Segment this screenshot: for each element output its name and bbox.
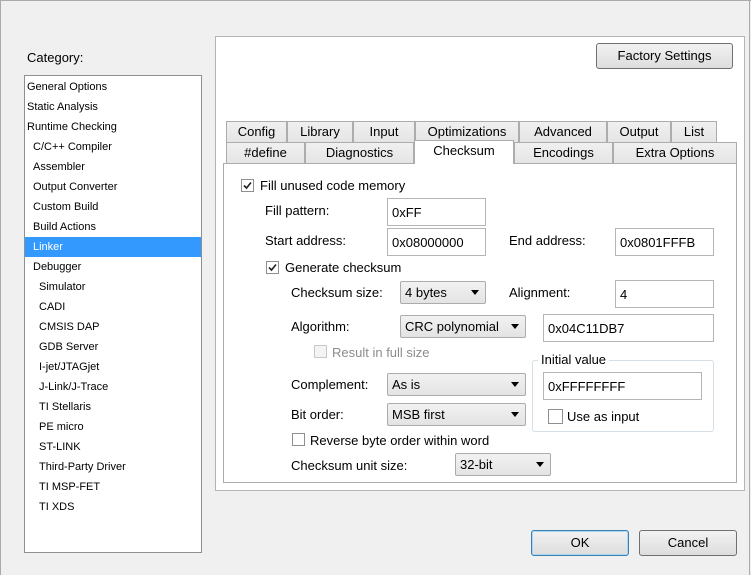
- window-frame-top: [0, 0, 751, 1]
- category-item-linker[interactable]: Linker: [25, 237, 201, 257]
- generate-checksum-label: Generate checksum: [285, 260, 402, 275]
- tab-config[interactable]: Config: [226, 121, 287, 142]
- category-item-ti-stellaris[interactable]: TI Stellaris: [25, 397, 201, 417]
- tab-checksum[interactable]: Checksum: [414, 140, 514, 164]
- category-item-ti-msp-fet[interactable]: TI MSP-FET: [25, 477, 201, 497]
- polynomial-input[interactable]: [543, 314, 714, 342]
- checksum-unit-size-value: 32-bit: [460, 457, 493, 472]
- tab-extra-options[interactable]: Extra Options: [613, 142, 737, 163]
- result-full-size-checkbox[interactable]: [314, 345, 327, 358]
- bit-order-label: Bit order:: [291, 407, 344, 422]
- category-item-cmsis-dap[interactable]: CMSIS DAP: [25, 317, 201, 337]
- checksum-size-value: 4 bytes: [405, 285, 447, 300]
- fill-pattern-input[interactable]: [387, 198, 486, 226]
- tab-input[interactable]: Input: [353, 121, 415, 142]
- algorithm-value: CRC polynomial: [405, 319, 499, 334]
- end-address-label: End address:: [509, 233, 586, 248]
- complement-dropdown[interactable]: As is: [387, 373, 526, 396]
- ok-button[interactable]: OK: [531, 530, 629, 556]
- use-as-input-checkbox[interactable]: [548, 409, 563, 424]
- alignment-label: Alignment:: [509, 285, 571, 300]
- chevron-down-icon: [511, 324, 519, 329]
- category-item-build-actions[interactable]: Build Actions: [25, 217, 201, 237]
- cancel-button[interactable]: Cancel: [639, 530, 737, 556]
- category-label: Category:: [27, 50, 84, 65]
- algorithm-dropdown[interactable]: CRC polynomial: [400, 315, 526, 338]
- initial-value-input[interactable]: [543, 372, 702, 400]
- category-item-ti-xds[interactable]: TI XDS: [25, 497, 201, 517]
- chevron-down-icon: [511, 382, 519, 387]
- tab-diagnostics[interactable]: Diagnostics: [305, 142, 414, 163]
- category-item-c-compiler[interactable]: C/C++ Compiler: [25, 137, 201, 157]
- chevron-down-icon: [511, 412, 519, 417]
- category-item-third-party-driver[interactable]: Third-Party Driver: [25, 457, 201, 477]
- category-item-st-link[interactable]: ST-LINK: [25, 437, 201, 457]
- checkmark-icon: [243, 181, 252, 190]
- category-item-output-converter[interactable]: Output Converter: [25, 177, 201, 197]
- category-item-jlink-jtrace[interactable]: J-Link/J-Trace: [25, 377, 201, 397]
- category-item-simulator[interactable]: Simulator: [25, 277, 201, 297]
- category-item-debugger[interactable]: Debugger: [25, 257, 201, 277]
- checksum-size-label: Checksum size:: [291, 285, 383, 300]
- category-item-custom-build[interactable]: Custom Build: [25, 197, 201, 217]
- generate-checksum-checkbox[interactable]: [266, 261, 279, 274]
- alignment-input[interactable]: [615, 280, 714, 308]
- tab-list[interactable]: List: [671, 121, 717, 142]
- checksum-unit-size-label: Checksum unit size:: [291, 458, 408, 473]
- checksum-size-dropdown[interactable]: 4 bytes: [400, 281, 486, 304]
- window-frame-left: [0, 0, 1, 575]
- category-item-runtime-checking[interactable]: Runtime Checking: [25, 117, 201, 137]
- algorithm-label: Algorithm:: [291, 319, 350, 334]
- fill-unused-checkbox[interactable]: [241, 179, 254, 192]
- window-frame-right: [749, 0, 750, 575]
- start-address-input[interactable]: [387, 228, 486, 256]
- use-as-input-label: Use as input: [567, 409, 640, 424]
- tab-define[interactable]: #define: [226, 142, 305, 163]
- fill-pattern-label: Fill pattern:: [265, 203, 330, 218]
- tab-library[interactable]: Library: [287, 121, 353, 142]
- chevron-down-icon: [536, 462, 544, 467]
- category-item-static-analysis[interactable]: Static Analysis: [25, 97, 201, 117]
- bit-order-dropdown[interactable]: MSB first: [387, 403, 526, 426]
- tab-advanced[interactable]: Advanced: [519, 121, 607, 142]
- result-full-size-label: Result in full size: [332, 345, 430, 360]
- fill-unused-label: Fill unused code memory: [260, 178, 406, 193]
- initial-value-title: Initial value: [538, 352, 610, 367]
- start-address-label: Start address:: [265, 233, 346, 248]
- category-item-cadi[interactable]: CADI: [25, 297, 201, 317]
- reverse-byte-order-checkbox[interactable]: [292, 433, 305, 446]
- bit-order-value: MSB first: [392, 407, 445, 422]
- chevron-down-icon: [471, 290, 479, 295]
- complement-label: Complement:: [291, 377, 369, 392]
- category-item-general-options[interactable]: General Options: [25, 77, 201, 97]
- category-list[interactable]: General Options Static Analysis Runtime …: [24, 75, 202, 553]
- factory-settings-button[interactable]: Factory Settings: [596, 43, 733, 69]
- category-item-ijet-jtagjet[interactable]: I-jet/JTAGjet: [25, 357, 201, 377]
- end-address-input[interactable]: [615, 228, 714, 256]
- tab-output[interactable]: Output: [607, 121, 671, 142]
- category-item-pe-micro[interactable]: PE micro: [25, 417, 201, 437]
- reverse-byte-order-label: Reverse byte order within word: [310, 433, 490, 448]
- checksum-unit-size-dropdown[interactable]: 32-bit: [455, 453, 551, 476]
- tab-encodings[interactable]: Encodings: [514, 142, 613, 163]
- complement-value: As is: [392, 377, 421, 392]
- tab-optimizations[interactable]: Optimizations: [415, 121, 519, 142]
- checkmark-icon: [268, 263, 277, 272]
- category-item-assembler[interactable]: Assembler: [25, 157, 201, 177]
- category-item-gdb-server[interactable]: GDB Server: [25, 337, 201, 357]
